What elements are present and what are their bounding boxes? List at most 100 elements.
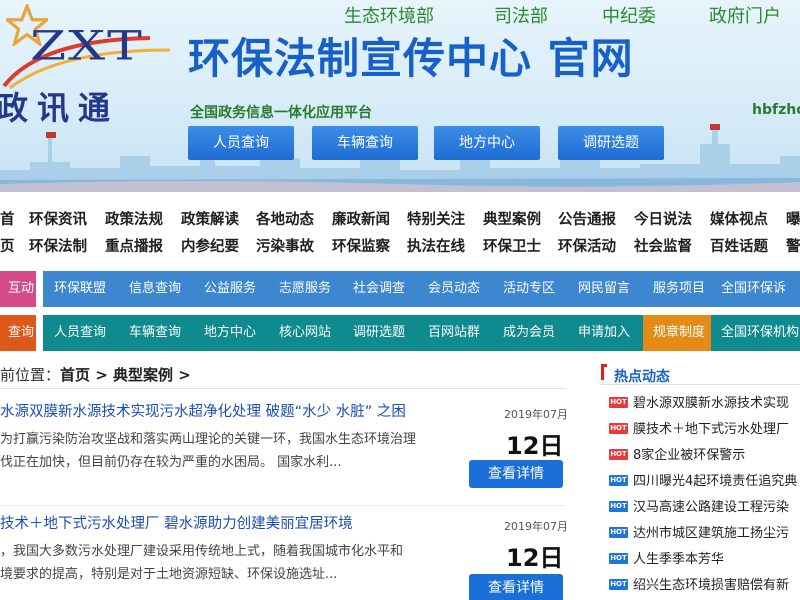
hot-badge-icon: HOT — [609, 553, 628, 564]
nav-item-policy-interpretation[interactable]: 政策解读 — [181, 208, 239, 229]
article-day: 12日 — [506, 432, 564, 460]
bar1-item-social-survey[interactable]: 社会调查 — [353, 271, 405, 307]
view-details-button[interactable]: 查看详情 — [469, 460, 563, 488]
article-summary-line: 为打赢污染防治攻坚战和落实两山理论的关键一环，我国水生态环境治理 — [0, 432, 417, 447]
view-details-button[interactable]: 查看详情 — [469, 574, 563, 600]
top-link-justice-ministry[interactable]: 司法部 — [494, 2, 548, 28]
bar2-item-local-center[interactable]: 地方中心 — [204, 315, 256, 351]
article-day: 12日 — [506, 544, 564, 572]
nav-home-char-2[interactable]: 页 — [0, 235, 15, 256]
nav-item-key-broadcast[interactable]: 重点播报 — [105, 235, 163, 256]
hot-news-item[interactable]: HOT 汉马高速公路建设工程污染 — [609, 494, 800, 520]
site-domain: hbfzho — [752, 102, 800, 118]
bar1-item-public-service[interactable]: 公益服务 — [204, 271, 256, 307]
hot-badge-icon: HOT — [609, 423, 628, 434]
nav-item-media-views[interactable]: 媒体视点 — [710, 208, 768, 229]
breadcrumb-divider — [0, 388, 566, 389]
hot-badge-icon: HOT — [609, 527, 628, 538]
nav-item-pollution-accidents[interactable]: 污染事故 — [256, 235, 314, 256]
article-card: 水源双膜新水源技术实现污水超净化处理 破题“水少 水脏” 之困 2019年07月… — [0, 400, 568, 500]
hot-news-item[interactable]: HOT 碧水源双膜新水源技术实现 — [609, 390, 800, 416]
article-title[interactable]: 技术＋地下式污水处理厂 碧水源助力创建美丽宜居环境 — [0, 512, 353, 533]
header-button-vehicle-query[interactable]: 车辆查询 — [312, 126, 418, 160]
nav-item-alert[interactable]: 警 — [786, 235, 800, 256]
hot-news-item[interactable]: HOT 达州市城区建筑施工扬尘污 — [609, 520, 800, 546]
nav-item-env-guardians[interactable]: 环保卫士 — [483, 235, 541, 256]
hot-news-item[interactable]: HOT 人生季季本芳华 — [609, 546, 800, 572]
logo-chinese: 政讯通 — [0, 89, 120, 127]
article-summary-line: 伐正在加快，但目前仍存在较为严重的水困局。 国家水利... — [0, 455, 342, 470]
top-link-ecology-ministry[interactable]: 生态环境部 — [344, 2, 434, 28]
hot-news-item[interactable]: HOT 8家企业被环保警示 — [609, 442, 800, 468]
nav-item-env-news[interactable]: 环保资讯 — [29, 208, 87, 229]
bar1-item-member-news[interactable]: 会员动态 — [428, 271, 480, 307]
hot-news-item[interactable]: HOT 四川曝光4起环境责任追究典 — [609, 468, 800, 494]
breadcrumb-separator: > — [90, 366, 114, 384]
interaction-bar-tag: 互动 — [0, 271, 36, 307]
query-bar-tag: 查询 — [0, 315, 36, 351]
bar1-item-info-query[interactable]: 信息查询 — [129, 271, 181, 307]
hot-news-item[interactable]: HOT 膜技术＋地下式污水处理厂 — [609, 416, 800, 442]
nav-item-public-topics[interactable]: 百姓话题 — [710, 235, 768, 256]
nav-item-special-focus[interactable]: 特别关注 — [407, 208, 465, 229]
interaction-bar-track: 环保联盟 信息查询 公益服务 志愿服务 社会调查 会员动态 活动专区 网民留言 … — [43, 271, 800, 307]
nav-item-env-inspection[interactable]: 环保监察 — [332, 235, 390, 256]
bar2-item-regulations[interactable]: 规章制度 — [653, 315, 705, 351]
page: ZXT 政讯通 生态环境部 司法部 中纪委 政府门户 环保法制宣传中心 官网 全… — [0, 0, 800, 600]
article-card: 技术＋地下式污水处理厂 碧水源助力创建美丽宜居环境 2019年07月 12日 ，… — [0, 512, 568, 600]
bar2-item-personnel-query[interactable]: 人员查询 — [54, 315, 106, 351]
hot-news-text: 人生季季本芳华 — [633, 552, 725, 567]
header-button-research-topics[interactable]: 调研选题 — [558, 126, 664, 160]
bar2-item-become-member[interactable]: 成为会员 — [503, 315, 555, 351]
nav-item-local-updates[interactable]: 各地动态 — [256, 208, 314, 229]
hot-news-header: 热点动态 — [600, 360, 800, 388]
nav-item-announcements[interactable]: 公告通报 — [558, 208, 616, 229]
breadcrumb-current[interactable]: 典型案例 — [113, 366, 173, 384]
bar2-item-core-sites[interactable]: 核心网站 — [279, 315, 331, 351]
article-divider — [0, 505, 566, 506]
hot-news-text: 四川曝光4起环境责任追究典 — [633, 474, 798, 489]
nav-item-social-supervision[interactable]: 社会监督 — [634, 235, 692, 256]
nav-item-env-law[interactable]: 环保法制 — [29, 235, 87, 256]
bar1-item-service-projects[interactable]: 服务项目 — [653, 271, 705, 307]
hot-news-item[interactable]: HOT 绍兴生态环境损害赔偿有新 — [609, 572, 800, 598]
bar2-item-national-env-agencies[interactable]: 全国环保机构 — [721, 315, 799, 351]
bar1-item-user-messages[interactable]: 网民留言 — [578, 271, 630, 307]
site-title: 环保法制宣传中心 官网 — [188, 34, 634, 83]
site-header: ZXT 政讯通 生态环境部 司法部 中纪委 政府门户 环保法制宣传中心 官网 全… — [0, 0, 800, 192]
breadcrumb-separator: > — [173, 366, 191, 384]
main-nav: 首 页 环保资讯 政策法规 政策解读 各地动态 廉政新闻 特别关注 典型案例 公… — [0, 204, 800, 260]
hot-badge-icon: HOT — [609, 449, 628, 460]
nav-item-law-enforcement[interactable]: 执法在线 — [407, 235, 465, 256]
breadcrumb-prefix: 前位置： — [0, 366, 61, 384]
nav-item-integrity-news[interactable]: 廉政新闻 — [332, 208, 390, 229]
header-button-local-center[interactable]: 地方中心 — [434, 126, 540, 160]
hot-news-text: 膜技术＋地下式污水处理厂 — [633, 422, 790, 437]
bar1-item-activity-zone[interactable]: 活动专区 — [503, 271, 555, 307]
breadcrumb-home-link[interactable]: 首页 — [60, 366, 90, 384]
bar2-item-apply-join[interactable]: 申请加入 — [578, 315, 630, 351]
bar2-item-vehicle-query[interactable]: 车辆查询 — [129, 315, 181, 351]
nav-item-env-activities[interactable]: 环保活动 — [558, 235, 616, 256]
top-link-government-portal[interactable]: 政府门户 — [709, 2, 781, 28]
corner-bracket-icon — [601, 364, 607, 380]
nav-item-internal-minutes[interactable]: 内参纪要 — [181, 235, 239, 256]
bar2-item-site-group[interactable]: 百网站群 — [428, 315, 480, 351]
nav-item-law-today[interactable]: 今日说法 — [634, 208, 692, 229]
bar1-item-volunteer-service[interactable]: 志愿服务 — [279, 271, 331, 307]
hot-badge-icon: HOT — [609, 397, 628, 408]
article-title[interactable]: 水源双膜新水源技术实现污水超净化处理 破题“水少 水脏” 之困 — [0, 400, 406, 421]
bar1-item-national-env-litigation[interactable]: 全国环保诉 — [721, 271, 786, 307]
nav-item-typical-cases[interactable]: 典型案例 — [483, 208, 541, 229]
nav-item-exposure[interactable]: 曝 — [786, 208, 800, 229]
top-link-discipline-commission[interactable]: 中纪委 — [602, 2, 656, 28]
breadcrumb: 前位置：首页 > 典型案例 > — [0, 364, 191, 385]
hot-badge-icon: HOT — [609, 579, 628, 590]
interaction-bar: 互动 环保联盟 信息查询 公益服务 志愿服务 社会调查 会员动态 活动专区 网民… — [0, 271, 800, 307]
bar2-item-research-topics[interactable]: 调研选题 — [353, 315, 405, 351]
nav-home-char-1[interactable]: 首 — [0, 208, 15, 229]
header-button-personnel-query[interactable]: 人员查询 — [188, 126, 294, 160]
nav-item-policy-regulations[interactable]: 政策法规 — [105, 208, 163, 229]
hot-badge-icon: HOT — [609, 501, 628, 512]
bar1-item-env-alliance[interactable]: 环保联盟 — [54, 271, 106, 307]
